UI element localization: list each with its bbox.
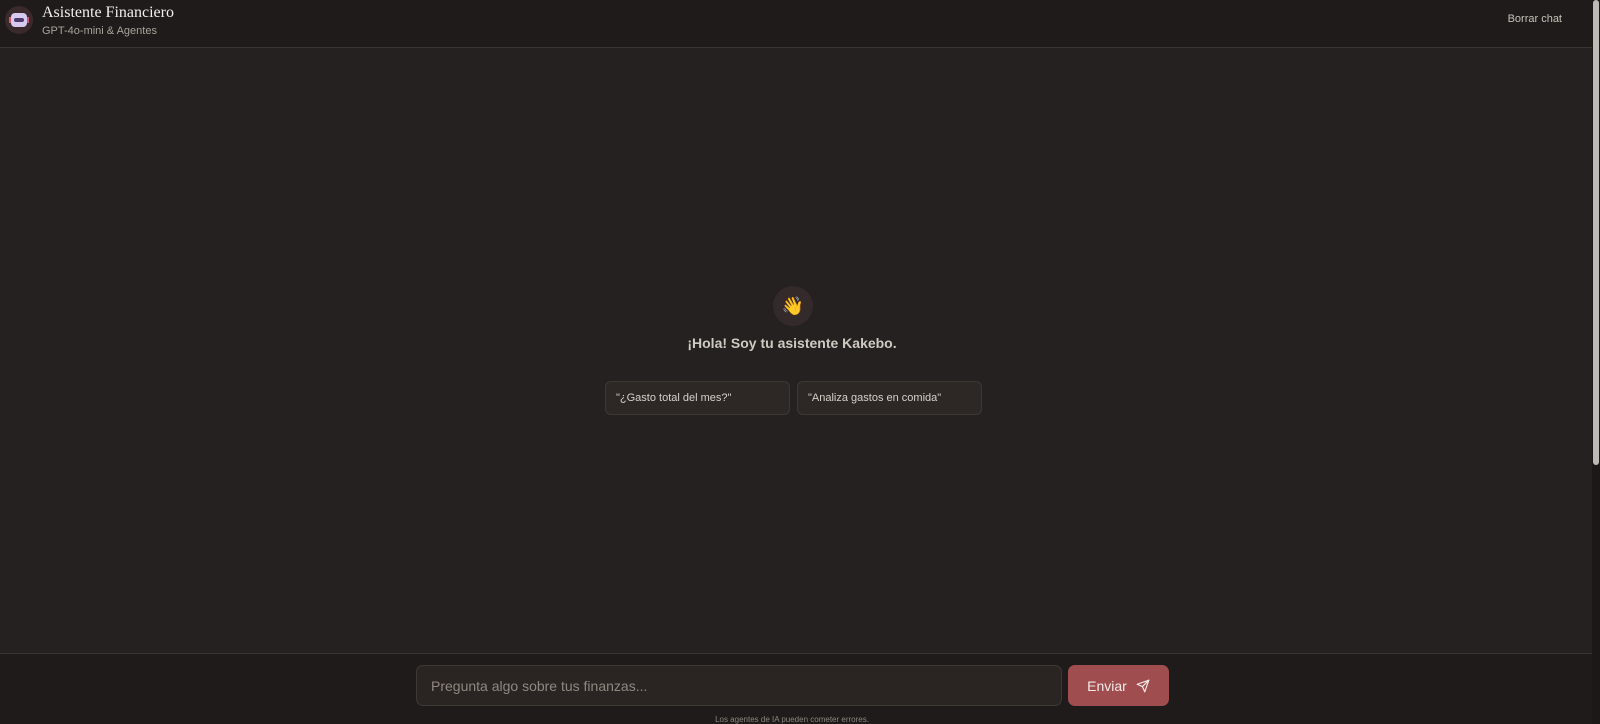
- top-bar: Asistente Financiero GPT-4o-mini & Agent…: [0, 0, 1592, 48]
- suggestion-food-analysis[interactable]: "Analiza gastos en comida": [797, 381, 982, 415]
- send-icon: [1136, 679, 1150, 692]
- message-input[interactable]: [416, 665, 1062, 706]
- send-button[interactable]: Enviar: [1068, 665, 1169, 706]
- robot-icon: [9, 13, 29, 27]
- composer-bar: Enviar Los agentes de IA pueden cometer …: [0, 653, 1592, 724]
- welcome-message: ¡Hola! Soy tu asistente Kakebo.: [687, 335, 897, 351]
- model-subtitle: GPT-4o-mini & Agentes: [42, 25, 157, 37]
- ai-disclaimer: Los agentes de IA pueden cometer errores…: [715, 715, 869, 724]
- waving-hand-icon: 👋: [773, 286, 813, 326]
- suggestion-list: "¿Gasto total del mes?" "Analiza gastos …: [605, 381, 982, 415]
- clear-chat-button[interactable]: Borrar chat: [1508, 13, 1562, 25]
- app-window: Asistente Financiero GPT-4o-mini & Agent…: [0, 0, 1600, 724]
- app-title: Asistente Financiero: [42, 4, 174, 21]
- send-button-label: Enviar: [1087, 677, 1127, 694]
- page-scrollbar[interactable]: [1592, 0, 1600, 724]
- assistant-avatar: [5, 6, 33, 34]
- scrollbar-thumb[interactable]: [1593, 0, 1599, 465]
- suggestion-total-spending[interactable]: "¿Gasto total del mes?": [605, 381, 790, 415]
